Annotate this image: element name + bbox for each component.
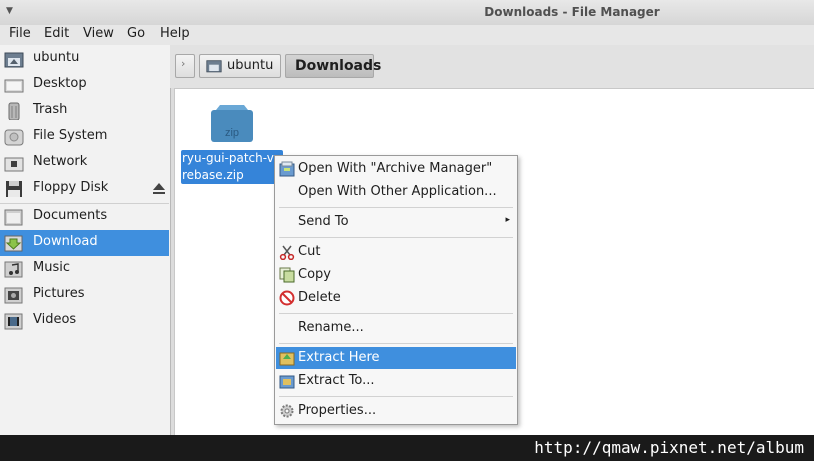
gear-icon: [280, 404, 294, 418]
menu-label: Send To: [298, 214, 349, 229]
menu-separator: [279, 313, 513, 314]
menu-cut[interactable]: Cut: [276, 241, 516, 263]
context-menu: Open With "Archive Manager" Open With Ot…: [274, 155, 518, 425]
menu-label: Open With Other Application...: [298, 184, 497, 199]
menu-edit[interactable]: Edit: [42, 26, 71, 41]
menu-bar: File Edit View Go Help: [0, 25, 814, 45]
sidebar-item-floppy-disk[interactable]: Floppy Disk: [0, 176, 169, 202]
watermark-text: http://qmaw.pixnet.net/album: [534, 438, 804, 457]
network-icon: [4, 157, 24, 172]
file-name-line: ryu-gui-patch-v: [182, 151, 274, 165]
sidebar-item-label: Trash: [33, 102, 68, 117]
file-name-line: rebase.zip: [182, 168, 244, 182]
menu-label: Extract To...: [298, 373, 375, 388]
menu-label: Copy: [298, 267, 331, 282]
sidebar-item-videos[interactable]: Videos: [0, 308, 169, 334]
sidebar-item-label: Network: [33, 154, 88, 169]
copy-icon: [279, 267, 295, 283]
sidebar-item-desktop[interactable]: Desktop: [0, 72, 169, 98]
menu-label: Cut: [298, 244, 321, 259]
extract-to-icon: [279, 375, 295, 389]
sidebar-item-label: Videos: [33, 312, 77, 327]
submenu-arrow-icon: ▸: [505, 215, 510, 225]
delete-icon: [279, 290, 295, 306]
menu-properties[interactable]: Properties...: [276, 400, 516, 422]
music-folder-icon: [4, 261, 23, 278]
window-title: Downloads - File Manager: [484, 5, 660, 19]
crumb-label: Downloads: [295, 58, 382, 74]
sidebar: ubuntu Desktop Trash File System Network…: [0, 45, 171, 435]
videos-folder-icon: [4, 313, 23, 330]
sidebar-item-label: Music: [33, 260, 70, 275]
extract-icon: [279, 352, 295, 366]
zip-file-icon[interactable]: zip: [210, 104, 254, 144]
download-folder-icon: [4, 235, 23, 252]
eject-icon[interactable]: [152, 182, 166, 196]
menu-extract-here[interactable]: Extract Here: [276, 347, 516, 369]
pictures-folder-icon: [4, 287, 23, 304]
menu-open-with-other[interactable]: Open With Other Application...: [276, 181, 516, 203]
sidebar-item-label: Documents: [33, 208, 108, 223]
menu-separator: [279, 396, 513, 397]
path-scroll-left-button[interactable]: ›: [175, 54, 195, 78]
sidebar-item-download[interactable]: Download: [0, 230, 169, 256]
menu-send-to[interactable]: Send To ▸: [276, 211, 516, 233]
menu-separator: [279, 343, 513, 344]
sidebar-item-label: File System: [33, 128, 108, 143]
menu-go[interactable]: Go: [125, 26, 147, 41]
title-bar: ▼ Downloads - File Manager: [0, 0, 814, 26]
sidebar-item-ubuntu[interactable]: ubuntu: [0, 46, 169, 72]
desktop-icon: [4, 79, 24, 93]
trash-icon: [8, 102, 20, 120]
sidebar-item-label: Download: [33, 234, 98, 249]
zip-icon-text: zip: [225, 127, 239, 139]
status-bar: http://qmaw.pixnet.net/album: [0, 435, 814, 461]
scissors-icon: [279, 245, 295, 260]
menu-separator: [279, 237, 513, 238]
menu-delete[interactable]: Delete: [276, 287, 516, 309]
menu-label: Open With "Archive Manager": [298, 161, 493, 176]
menu-file[interactable]: File: [7, 26, 33, 41]
home-icon: [4, 52, 24, 68]
sidebar-item-label: ubuntu: [33, 50, 80, 65]
path-bar: › ubuntu Downloads: [170, 45, 814, 88]
sidebar-item-label: Floppy Disk: [33, 180, 109, 195]
menu-label: Extract Here: [298, 350, 380, 365]
floppy-icon: [6, 181, 22, 197]
crumb-ubuntu[interactable]: ubuntu: [199, 54, 281, 78]
sidebar-item-label: Pictures: [33, 286, 85, 301]
menu-label: Delete: [298, 290, 341, 305]
folder-icon: [4, 209, 23, 226]
sidebar-item-label: Desktop: [33, 76, 87, 91]
file-name-label[interactable]: ryu-gui-patch-v rebase.zip: [181, 150, 283, 184]
menu-label: Properties...: [298, 403, 377, 418]
sidebar-item-network[interactable]: Network: [0, 150, 169, 176]
crumb-label: ubuntu: [227, 58, 274, 73]
sidebar-item-documents[interactable]: Documents: [0, 204, 169, 230]
menu-rename[interactable]: Rename...: [276, 317, 516, 339]
sidebar-item-pictures[interactable]: Pictures: [0, 282, 169, 308]
menu-separator: [279, 207, 513, 208]
menu-open-with-archive-manager[interactable]: Open With "Archive Manager": [276, 158, 516, 180]
home-icon: [206, 60, 222, 73]
sidebar-item-file-system[interactable]: File System: [0, 124, 169, 150]
menu-view[interactable]: View: [81, 26, 116, 41]
menu-copy[interactable]: Copy: [276, 264, 516, 286]
menu-help[interactable]: Help: [158, 26, 192, 41]
drive-icon: [4, 129, 24, 146]
sidebar-item-music[interactable]: Music: [0, 256, 169, 282]
crumb-downloads[interactable]: Downloads: [285, 54, 381, 78]
menu-extract-to[interactable]: Extract To...: [276, 370, 516, 392]
sidebar-item-trash[interactable]: Trash: [0, 98, 169, 124]
menu-label: Rename...: [298, 320, 364, 335]
archive-manager-icon: [279, 161, 295, 177]
